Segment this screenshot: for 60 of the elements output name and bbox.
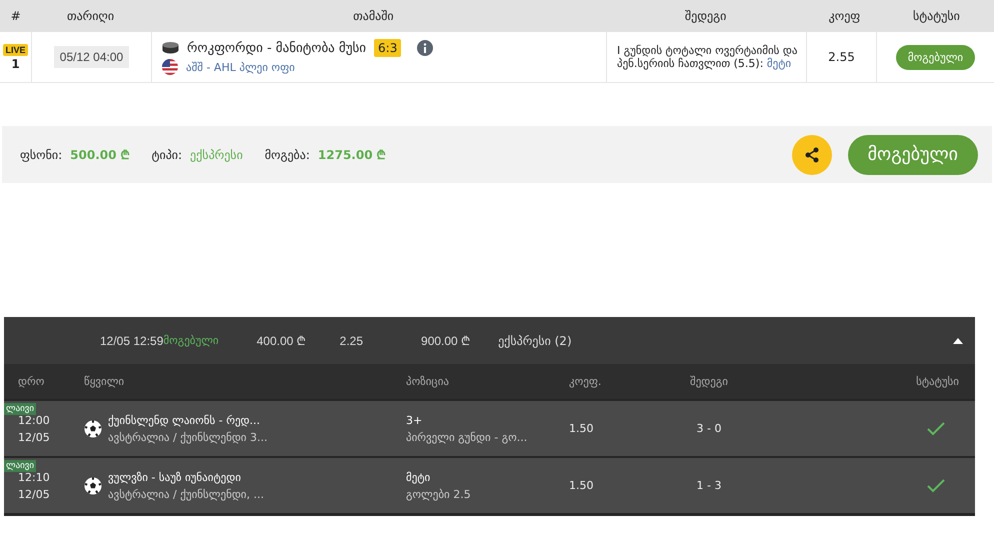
status-badge: მოგებული <box>896 44 976 70</box>
type-value: ექსპრესი <box>190 148 243 162</box>
event-date: 12/05 <box>18 430 51 444</box>
live-tag: ლაივი <box>4 403 36 415</box>
win-value: 1275.00 ₾ <box>318 147 386 163</box>
column-header: დრო <box>17 375 46 388</box>
bet-market: პირველი გუნდი - გო... <box>406 430 528 444</box>
bet-market: გოლები 2.5 <box>406 488 472 500</box>
column-header: კოეფ. <box>569 375 602 388</box>
share-button[interactable] <box>792 134 832 174</box>
event-date: 12/05 <box>18 488 51 500</box>
column-header: შედეგი <box>689 375 729 388</box>
league-name: აშშ - AHL პლეი ოფი <box>186 60 295 74</box>
odds-value: 1.50 <box>569 422 594 435</box>
odds-value: 2.55 <box>828 50 855 64</box>
column-header: პოზიცია <box>406 375 450 388</box>
bet-market: I გუნდის ტოტალი ოვერტაიმის და პენ.სერიის ჩათვლით (5.5): მეტი <box>617 44 798 70</box>
column-header: სტატუსი <box>912 9 961 23</box>
live-badge: LIVE <box>3 44 28 56</box>
column-header: თამაში <box>352 9 395 23</box>
bet-selection: 3+ <box>406 414 424 426</box>
match-result: 3 - 0 <box>696 422 722 435</box>
bet-type: ექსპრესი (2) <box>498 334 572 348</box>
event-time: 12:00 <box>18 414 51 426</box>
date-label: 05/12 04:00 <box>54 46 130 68</box>
score-badge: 6:3 <box>374 39 402 57</box>
stake-label: ფსონი: <box>20 148 62 162</box>
match-name[interactable]: როკფორდი - მანიტობა მუსი <box>187 40 366 56</box>
column-header: კოეფ <box>828 9 862 23</box>
bet-stake: 400.00 ₾ <box>256 333 306 349</box>
stake-value: 500.00 ₾ <box>70 147 130 163</box>
share-icon <box>804 146 820 162</box>
match-result: 1 - 3 <box>696 479 722 492</box>
bet-datetime: 12/05 12:59 <box>100 334 164 348</box>
type-label: ტიპი: <box>152 148 182 162</box>
bet-payout: 900.00 ₾ <box>421 333 470 349</box>
league-name: ავსტრალია / ქუინსლენდი, ... <box>108 488 264 500</box>
bet-history-header[interactable]: 12/05 12:59მოგებული 400.00 ₾ 2.25 900.00 ₾ ექსპრესი (2) <box>4 317 975 364</box>
bet-status: მოგებული <box>163 334 219 347</box>
match-name: ვულვზი - საუზ იუნაიტედი <box>108 470 242 484</box>
soccer-ball-icon <box>84 476 102 494</box>
live-tag: ლაივი <box>4 460 36 472</box>
event-time: 12:10 <box>18 470 51 484</box>
row-number: 1 <box>11 56 20 70</box>
info-icon[interactable] <box>417 40 434 56</box>
bet-odds: 2.25 <box>340 334 364 348</box>
hockey-puck-icon <box>162 42 179 54</box>
win-label: მოგება: <box>264 148 310 162</box>
caret-icon[interactable] <box>953 338 963 344</box>
column-header: სტატუსი <box>915 375 960 388</box>
column-header: თარიღი <box>66 9 116 23</box>
column-header: # <box>10 9 22 23</box>
league-name: ავსტრალია / ქუინსლენდი 3... <box>108 430 268 444</box>
bet-selection: მეტი <box>406 470 432 484</box>
flag-icon <box>162 59 178 75</box>
column-header: წყვილი <box>84 375 126 388</box>
column-header: შედეგი <box>684 9 728 23</box>
match-name: ქუინსლენდ ლაიონს - რედ... <box>108 414 262 426</box>
soccer-ball-icon <box>84 420 102 438</box>
odds-value: 1.50 <box>569 479 594 492</box>
